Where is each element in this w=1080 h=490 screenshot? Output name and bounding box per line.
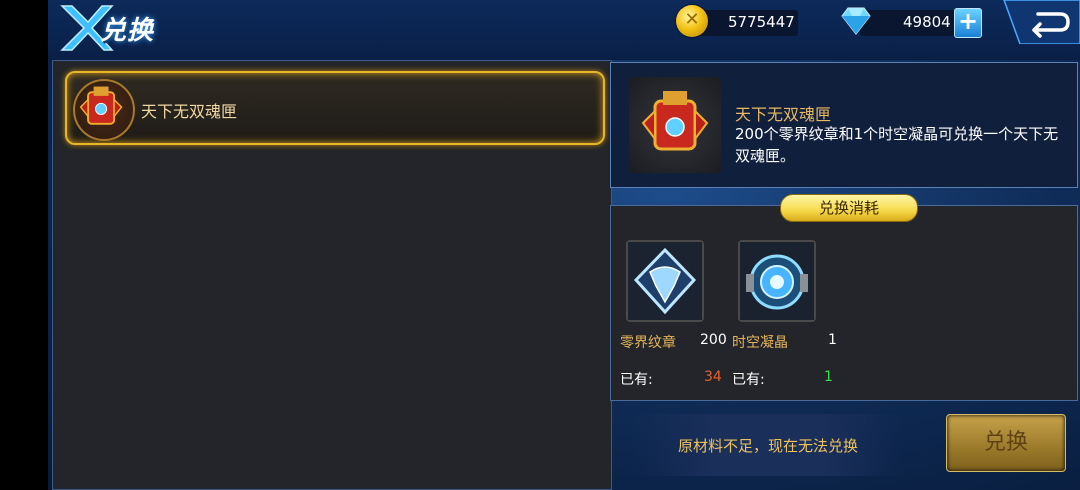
material-name: 零界纹章 bbox=[620, 335, 676, 351]
owned-count: 34 bbox=[704, 369, 722, 385]
item-description: 200个零界纹章和1个时空凝晶可兑换一个天下无双魂匣。 bbox=[735, 125, 1059, 165]
exchange-button[interactable]: 兑换 bbox=[946, 414, 1066, 472]
top-bar: 兑换 ✕ 5775447 49804 + bbox=[48, 0, 1080, 60]
back-button[interactable] bbox=[998, 0, 1080, 44]
diamond-icon bbox=[841, 7, 871, 35]
material-name: 时空凝晶 bbox=[732, 335, 788, 351]
crystal-material-slot[interactable] bbox=[738, 240, 816, 322]
emblem-icon bbox=[628, 242, 702, 320]
material-required: 200 bbox=[700, 332, 727, 348]
list-item-selected[interactable]: 天下无双魂匣 bbox=[65, 71, 605, 145]
add-gems-button[interactable]: + bbox=[954, 7, 982, 38]
plus-icon: + bbox=[957, 7, 979, 35]
material-required: 1 bbox=[828, 332, 837, 348]
item-detail-panel: 天下无双魂匣 200个零界纹章和1个时空凝晶可兑换一个天下无双魂匣。 bbox=[610, 62, 1078, 188]
gold-amount: 5775447 bbox=[728, 13, 795, 31]
owned-label: 已有: bbox=[732, 372, 765, 388]
gem-amount: 49804 bbox=[903, 13, 951, 31]
soul-box-icon bbox=[629, 77, 721, 173]
owned-label: 已有: bbox=[620, 372, 653, 388]
soul-box-icon bbox=[73, 79, 135, 141]
item-title: 天下无双魂匣 bbox=[735, 105, 832, 124]
gold-coin-icon: ✕ bbox=[676, 5, 708, 37]
crystal-icon bbox=[740, 242, 814, 320]
exchange-screen: 兑换 ✕ 5775447 49804 + 天下无双魂匣 天下无双魂匣 200个零… bbox=[48, 0, 1080, 490]
item-list-panel: 天下无双魂匣 bbox=[52, 60, 612, 490]
emblem-material-slot[interactable] bbox=[626, 240, 704, 322]
owned-count: 1 bbox=[824, 369, 833, 385]
page-title: 兑换 bbox=[100, 16, 155, 46]
warning-text: 原材料不足，现在无法兑换 bbox=[677, 437, 858, 455]
exchange-button-label: 兑换 bbox=[983, 430, 1028, 455]
cost-tag: 兑换消耗 bbox=[780, 194, 918, 222]
list-item-label: 天下无双魂匣 bbox=[141, 102, 238, 121]
